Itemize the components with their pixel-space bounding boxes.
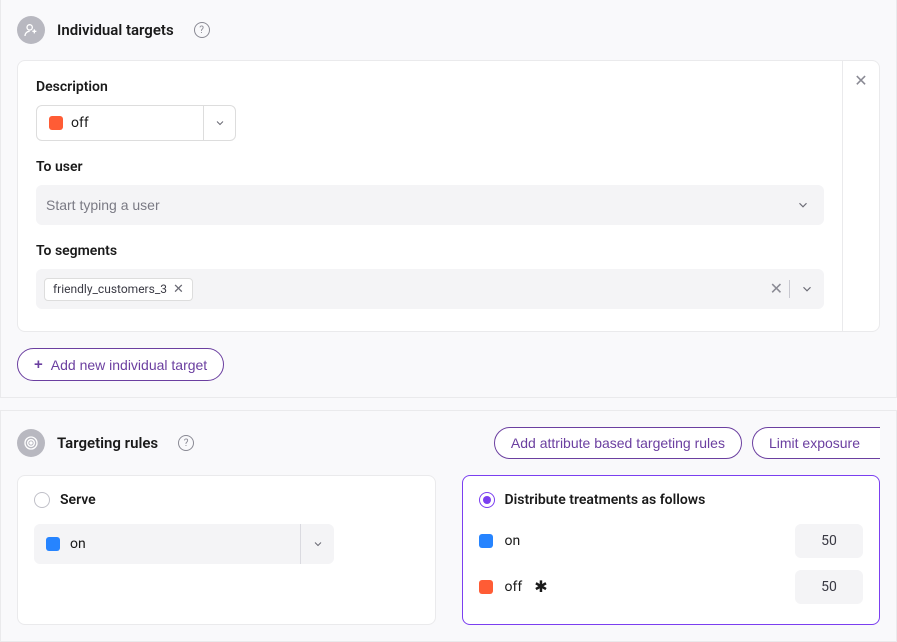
distribute-label: off bbox=[505, 579, 523, 595]
to-segments-label: To segments bbox=[36, 243, 824, 259]
help-icon[interactable]: ? bbox=[178, 435, 194, 451]
individual-target-card: Description off To user bbox=[17, 60, 880, 332]
swatch-icon bbox=[49, 116, 63, 130]
distribute-label: on bbox=[505, 533, 521, 549]
segment-chip[interactable]: friendly_customers_3 ✕ bbox=[44, 278, 193, 301]
serve-radio[interactable] bbox=[34, 492, 50, 508]
description-label: Description bbox=[36, 79, 824, 95]
chevron-down-icon bbox=[203, 106, 235, 140]
individual-targets-section: Individual targets ? Description off To bbox=[0, 0, 897, 398]
serve-select[interactable]: on bbox=[34, 524, 334, 564]
distribute-card[interactable]: Distribute treatments as follows on 50 o… bbox=[462, 475, 881, 625]
chip-remove-icon[interactable]: ✕ bbox=[173, 282, 184, 297]
close-card-icon[interactable]: ✕ bbox=[854, 73, 867, 89]
chevron-down-icon[interactable] bbox=[796, 282, 818, 296]
description-value: off bbox=[71, 115, 89, 131]
clear-segments-icon[interactable]: ✕ bbox=[770, 281, 783, 297]
distribute-row: off ✱ 50 bbox=[479, 570, 864, 604]
distribute-radio[interactable] bbox=[479, 492, 495, 508]
limit-exposure-button[interactable]: Limit exposure bbox=[752, 427, 880, 459]
swatch-icon bbox=[46, 537, 60, 551]
serve-card[interactable]: Serve on bbox=[17, 475, 436, 625]
swatch-icon bbox=[479, 580, 493, 594]
add-button-label: Add new individual target bbox=[51, 357, 207, 373]
plus-icon: + bbox=[34, 356, 43, 373]
asterisk-icon: ✱ bbox=[534, 579, 547, 595]
serve-title: Serve bbox=[60, 492, 96, 508]
add-attribute-rules-button[interactable]: Add attribute based targeting rules bbox=[494, 427, 742, 459]
distribute-title: Distribute treatments as follows bbox=[505, 492, 706, 508]
targeting-rules-section: Targeting rules ? Add attribute based ta… bbox=[0, 410, 897, 642]
add-individual-target-button[interactable]: + Add new individual target bbox=[17, 348, 224, 381]
to-user-input-wrap[interactable] bbox=[36, 185, 824, 225]
segment-chip-label: friendly_customers_3 bbox=[53, 282, 167, 296]
to-user-input[interactable] bbox=[46, 197, 792, 213]
individual-targets-header: Individual targets ? bbox=[17, 16, 880, 44]
chevron-down-icon bbox=[300, 524, 334, 564]
target-icon bbox=[17, 429, 45, 457]
help-icon[interactable]: ? bbox=[194, 22, 210, 38]
to-segments-input[interactable]: friendly_customers_3 ✕ ✕ bbox=[36, 269, 824, 309]
description-select[interactable]: off bbox=[36, 105, 236, 141]
person-add-icon bbox=[17, 16, 45, 44]
swatch-icon bbox=[479, 534, 493, 548]
targeting-rules-header: Targeting rules ? Add attribute based ta… bbox=[17, 427, 880, 459]
rules-row: Serve on Distribute treatments as follow… bbox=[17, 475, 880, 625]
individual-targets-title: Individual targets bbox=[57, 21, 174, 39]
distribute-row: on 50 bbox=[479, 524, 864, 558]
chevron-down-icon bbox=[792, 198, 814, 212]
serve-value: on bbox=[70, 536, 86, 552]
distribute-value-input[interactable]: 50 bbox=[795, 570, 863, 604]
to-user-label: To user bbox=[36, 159, 824, 175]
targeting-rules-title: Targeting rules bbox=[57, 434, 158, 452]
distribute-value-input[interactable]: 50 bbox=[795, 524, 863, 558]
